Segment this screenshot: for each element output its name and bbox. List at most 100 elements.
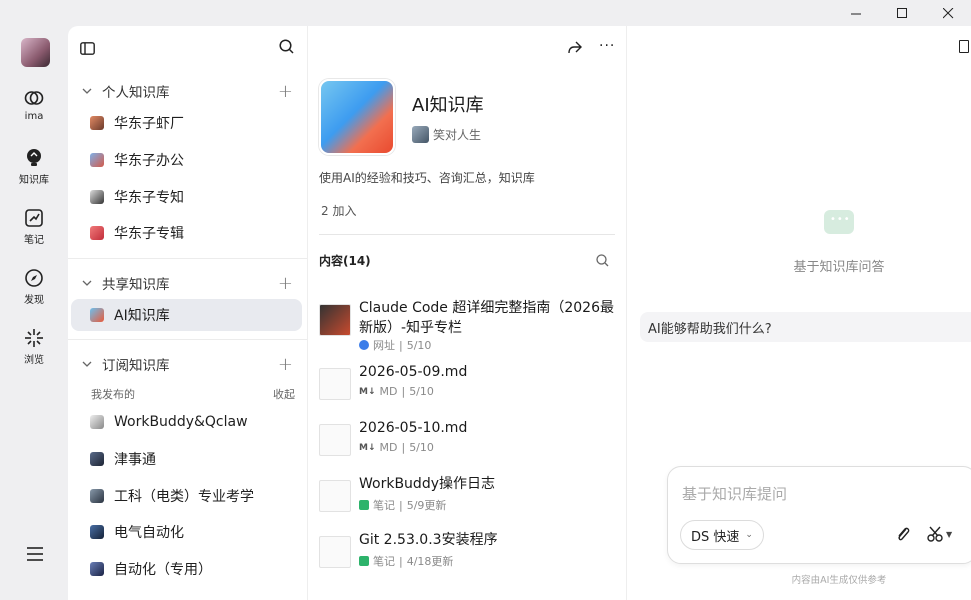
author-avatar [412,126,429,143]
web-link-icon [359,340,369,350]
user-avatar[interactable] [21,38,50,67]
kb-label: 华东子专知 [114,190,184,206]
document-type: MD [379,385,398,398]
menu-button[interactable] [26,546,44,566]
document-thumbnail [319,368,351,400]
paperclip-icon [898,527,910,541]
add-personal-button[interactable]: + [278,81,293,102]
ask-input[interactable]: 基于知识库提问 [682,483,787,504]
document-type: 网址 [373,339,395,352]
chat-bubble-icon [824,210,854,234]
add-subscribed-button[interactable]: + [278,354,293,375]
rail-label: 发现 [24,295,44,306]
panel-toggle-icon[interactable] [959,40,969,53]
rail-item-browse[interactable]: 浏览 [0,328,68,366]
kb-label: AI知识库 [114,308,170,324]
document-date: 5/10 [409,441,434,454]
section-personal[interactable]: 个人知识库 + [68,76,307,106]
document-title: 2026-05-10.md [359,420,468,436]
more-options-button[interactable]: ··· [599,38,615,54]
document-item[interactable]: Claude Code 超详细完整指南（2026最新版）-知乎专栏 网址 | 5… [319,300,619,354]
maximize-icon [896,7,907,18]
maximize-button[interactable] [879,0,925,26]
minimize-button[interactable] [833,0,879,26]
more-icon: ··· [599,38,616,54]
attach-button[interactable] [896,525,910,547]
document-item[interactable]: 2026-05-10.md M↓ MD | 5/10 [319,420,619,464]
ask-input-box[interactable]: 基于知识库提问 DS 快速 ⌄ ▼ [667,466,971,564]
document-item[interactable]: 2026-05-09.md M↓ MD | 5/10 [319,364,619,408]
rail-label: 浏览 [24,355,44,366]
chevron-down-icon [82,88,92,94]
document-meta: M↓ MD | 5/10 [359,441,434,454]
kb-item[interactable]: 华东子专知 [71,181,302,213]
chevron-down-icon [82,361,92,367]
rail-item-discover[interactable]: 发现 [0,268,68,306]
model-selector[interactable]: DS 快速 ⌄ [680,520,764,550]
rail-item-knowledge-base[interactable]: 知识库 [0,148,68,186]
document-date: 5/10 [409,385,434,398]
rail-item-notes[interactable]: 笔记 [0,208,68,246]
document-date: 5/10 [406,338,432,352]
section-subscribed[interactable]: 订阅知识库 + [68,349,307,379]
toggle-sidebar-button[interactable] [80,40,95,59]
kb-item[interactable]: 自动化（专用） [71,553,302,585]
content-search-button[interactable] [596,252,609,271]
kb-thumbnail-icon [90,190,104,204]
rail-item-ima[interactable]: ima [0,88,68,122]
kb-thumbnail-icon [90,116,104,130]
kb-thumbnail-icon [90,415,104,429]
hamburger-menu-icon [27,547,43,561]
kb-item[interactable]: 华东子办公 [71,144,302,176]
title-bar [0,0,971,26]
kb-label: 自动化（专用） [114,562,212,578]
kb-title: AI知识库 [412,95,484,116]
content-header: 内容(14) [319,254,371,268]
kb-item[interactable]: 华东子虾厂 [71,107,302,139]
rail-label: 笔记 [24,235,44,246]
search-button[interactable] [279,39,294,58]
divider [68,339,307,340]
kb-item[interactable]: 华东子专辑 [71,217,302,249]
kb-thumbnail-icon [90,525,104,539]
close-button[interactable] [925,0,971,26]
document-date: 5/9更新 [406,499,447,512]
kb-thumbnail-icon [90,308,104,322]
add-shared-button[interactable]: + [278,273,293,294]
caret-down-icon: ▼ [946,529,953,539]
kb-item[interactable]: 电气自动化 [71,516,302,548]
kb-label: 华东子虾厂 [114,116,184,132]
ai-disclaimer: 内容由AI生成仅供参考 [791,575,887,586]
document-type: 笔记 [373,555,395,568]
kb-item[interactable]: 工科（电类）专业考学 [71,480,302,512]
section-title: 个人知识库 [102,85,170,101]
kb-item[interactable]: 津事通 [71,443,302,475]
document-meta: 网址 | 5/10 [359,337,431,353]
document-item[interactable]: WorkBuddy操作日志 笔记 | 5/9更新 [319,476,619,520]
lightbulb-icon [27,149,41,166]
document-thumbnail [319,480,351,512]
document-item[interactable]: Git 2.53.0.3安装程序 笔记 | 4/18更新 [319,532,619,576]
tools-button[interactable]: ▼ [927,526,952,542]
app-window: ima 知识库 笔记 发现 浏览 个人知识库 + 华东子虾厂 华东子办公 华东子… [0,0,971,600]
search-icon [279,39,294,54]
share-button[interactable] [567,40,582,59]
document-title: Git 2.53.0.3安装程序 [359,532,498,548]
kb-label: 华东子办公 [114,153,184,169]
document-meta: 笔记 | 5/9更新 [359,497,446,513]
section-title: 订阅知识库 [102,358,170,374]
kb-item-active[interactable]: AI知识库 [71,299,302,331]
collapse-link[interactable]: 收起 [273,386,295,402]
document-date: 4/18更新 [406,555,454,568]
kb-author[interactable]: 笑对人生 [412,126,481,143]
chevron-down-icon [82,280,92,286]
kb-item[interactable]: WorkBuddy&Qclaw [71,406,302,438]
section-shared[interactable]: 共享知识库 + [68,268,307,298]
kb-thumbnail-icon [90,226,104,240]
document-thumbnail [319,304,351,336]
chat-empty-text: 基于知识库问答 [793,260,885,275]
kb-thumbnail-icon [90,153,104,167]
left-rail: ima 知识库 笔记 发现 浏览 [0,26,68,600]
knowledge-detail-panel: ··· AI知识库 笑对人生 使用AI的经验和技巧、咨询汇总，知识库 2 加入 … [307,26,627,600]
suggested-question[interactable]: AI能够帮助我们什么? [640,312,971,342]
